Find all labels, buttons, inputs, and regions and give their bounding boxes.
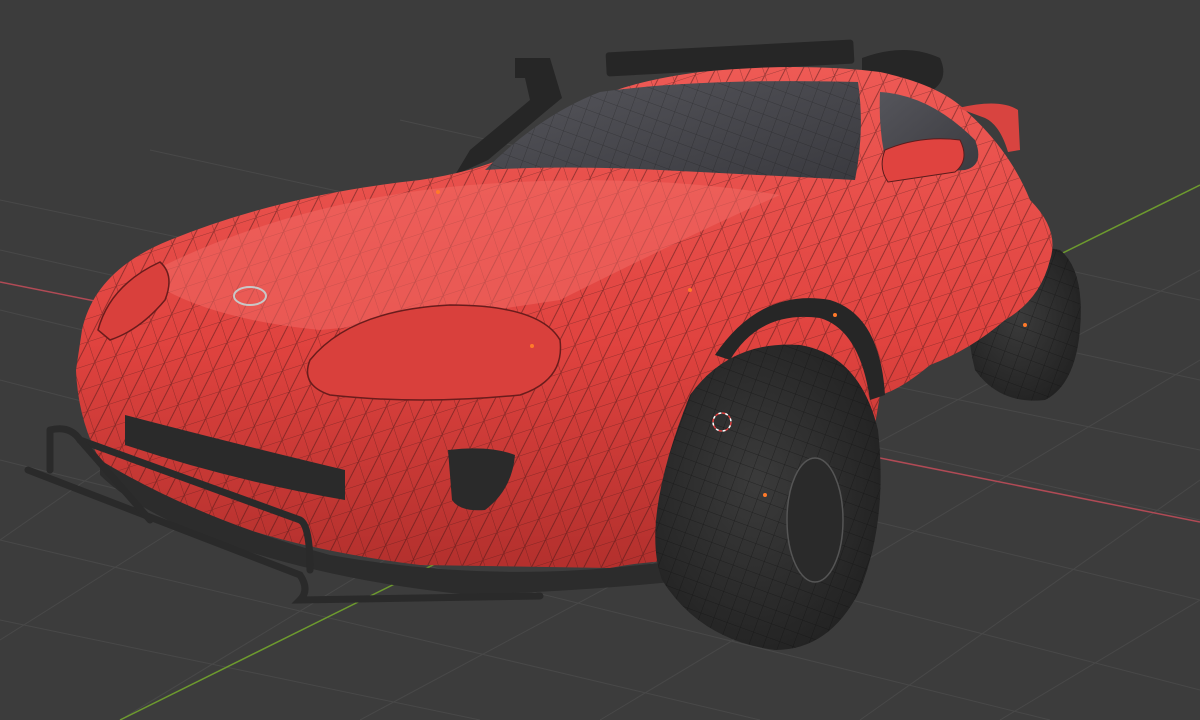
front-rim [786,457,844,583]
3d-viewport[interactable] [0,0,1200,720]
car-model[interactable] [24,39,1081,650]
viewport-canvas[interactable] [0,0,1200,720]
